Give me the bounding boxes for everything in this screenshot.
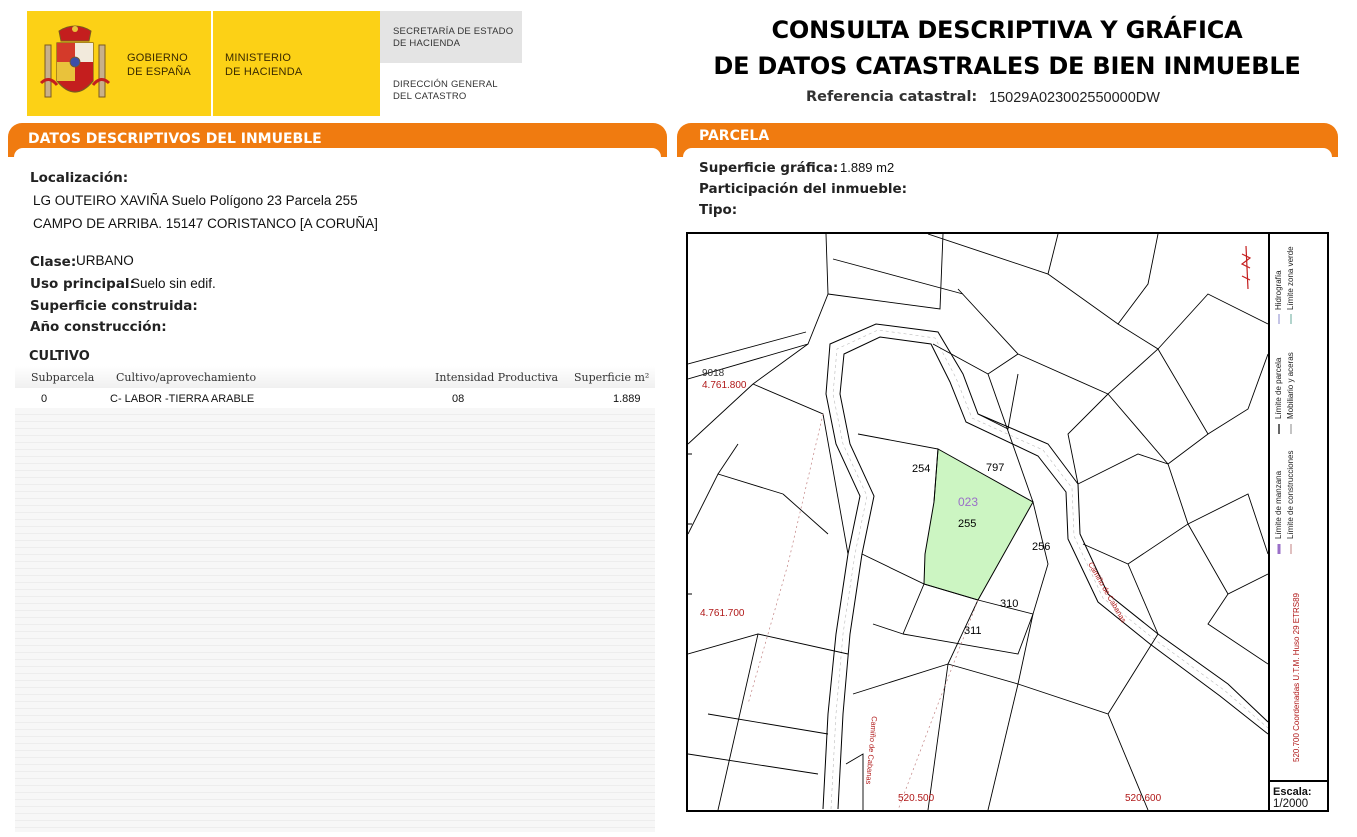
parcel-label: 310 <box>1000 598 1018 610</box>
road-outline-a <box>822 323 1268 810</box>
cadastral-map[interactable]: 9018 4.761.800 4.761.700 520.500 520.600… <box>686 232 1329 812</box>
clase-value: URBANO <box>76 253 134 268</box>
localizacion-label: Localización: <box>30 170 129 186</box>
localizacion-line2: CAMPO DE ARRIBA. 15147 CORISTANCO [A COR… <box>33 216 378 231</box>
map-drawing: 9018 4.761.800 4.761.700 520.500 520.600… <box>688 234 1268 810</box>
ref-catastral-value: 15029A023002550000DW <box>989 90 1160 106</box>
superficie-construida-label: Superficie construida: <box>30 298 198 314</box>
anio-construccion-label: Año construcción: <box>30 319 167 335</box>
superficie-grafica-value: 1.889 m2 <box>840 160 895 175</box>
road-center-dashed <box>830 329 1268 810</box>
clase-label: Clase: <box>30 254 77 270</box>
north-arrow-icon <box>1240 245 1252 290</box>
map-coord-top-b: 4.761.800 <box>702 380 747 391</box>
logo-secretaria-text: SECRETARÍA DE ESTADO DE HACIENDA <box>393 26 514 49</box>
logo-divider <box>211 11 213 116</box>
col-subparcela: Subparcela <box>31 371 95 384</box>
parcela-section-header: PARCELA <box>677 123 1338 157</box>
parcel-label: 797 <box>986 462 1004 474</box>
cell-cultivo: C- LABOR -TIERRA ARABLE <box>110 393 255 405</box>
parcel-main-label: 255 <box>958 518 976 530</box>
ref-catastral-label: Referencia catastral: <box>806 89 978 105</box>
superficie-grafica-label: Superficie gráfica: <box>699 160 839 176</box>
scale-box: Escala: 1/2000 <box>1268 780 1327 810</box>
uso-value: Suelo sin edif. <box>131 276 216 291</box>
tipo-label: Tipo: <box>699 202 738 218</box>
scale-label: Escala: <box>1273 786 1312 798</box>
uso-label: Uso principal: <box>30 276 135 292</box>
government-logo: GOBIERNO DE ESPAÑA MINISTERIO DE HACIEND… <box>27 11 522 116</box>
map-coord-mid: 4.761.700 <box>700 608 745 619</box>
cell-intensidad: 08 <box>452 393 465 405</box>
legend-item: Hidrografía <box>1274 270 1283 310</box>
col-cultivo: Cultivo/aprovechamiento <box>116 371 257 384</box>
localizacion-line1: LG OUTEIRO XAVIÑA Suelo Polígono 23 Parc… <box>33 193 358 208</box>
map-coord-bottom-a: 520.500 <box>898 793 935 804</box>
parcel-255-area <box>923 448 1034 601</box>
cultivo-title: CULTIVO <box>29 349 90 364</box>
map-coord-bottom-b: 520.600 <box>1125 793 1162 804</box>
legend-item: Límite de construcciones <box>1286 450 1295 540</box>
col-intensidad: Intensidad Productiva <box>435 371 559 384</box>
descriptive-section-title: DATOS DESCRIPTIVOS DEL INMUEBLE <box>28 131 322 147</box>
cell-superficie: 1.889 <box>613 393 641 405</box>
cultivo-table-header: Subparcela Cultivo/aprovechamiento Inten… <box>15 366 655 388</box>
parcel-label: 254 <box>912 463 930 475</box>
participacion-label: Participación del inmueble: <box>699 181 908 197</box>
logo-direccion-text: DIRECCIÓN GENERAL DEL CATASTRO <box>393 79 498 102</box>
legend-item: Límite de parcela <box>1274 357 1283 419</box>
logo-gobierno-text: GOBIERNO DE ESPAÑA <box>127 52 191 78</box>
coat-of-arms-icon <box>39 25 111 98</box>
coord-ticks <box>688 453 692 595</box>
parcela-section-title: PARCELA <box>699 128 770 144</box>
parcel-label: 256 <box>1032 541 1050 553</box>
descriptive-section-header: DATOS DESCRIPTIVOS DEL INMUEBLE <box>8 123 667 157</box>
scale-value: 1/2000 <box>1273 798 1309 810</box>
road-label: Camiño de Cabanas <box>1086 561 1128 625</box>
cell-subparcela: 0 <box>41 393 48 405</box>
road-label-2: Camiño de Cabanas <box>864 716 879 785</box>
col-superficie: Superficie m² <box>574 371 650 384</box>
cultivo-table: Subparcela Cultivo/aprovechamiento Inten… <box>15 366 655 832</box>
map-coord-top-a: 9018 <box>702 368 725 379</box>
legend-coords: 520.700 Coordenadas U.T.M. Huso 29 ETRS8… <box>1292 593 1301 762</box>
road-outline-b <box>837 336 1268 810</box>
parcel-poly-label: 023 <box>958 495 978 509</box>
legend-item: Límite zona verde <box>1286 246 1295 310</box>
parcel-label: 311 <box>964 625 982 637</box>
logo-ministerio-text: MINISTERIO DE HACIENDA <box>225 52 303 78</box>
legend-item: Límite de manzana <box>1274 470 1283 539</box>
map-legend: Límite de manzana Límite de parcela Lími… <box>1268 234 1327 780</box>
legend-item: Mobiliario y aceras <box>1286 352 1295 419</box>
page-title: CONSULTA DESCRIPTIVA Y GRÁFICA DE DATOS … <box>713 16 1301 80</box>
